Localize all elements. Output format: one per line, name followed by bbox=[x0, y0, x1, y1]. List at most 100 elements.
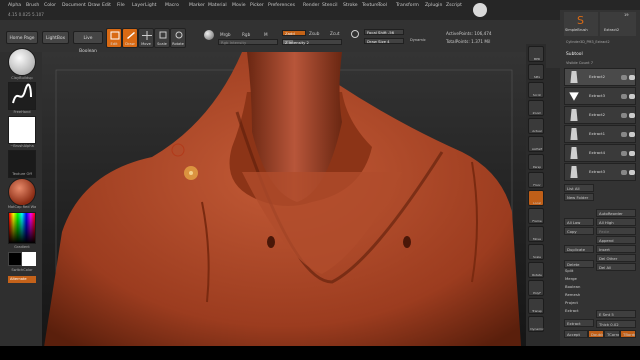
shelf-floor-button[interactable]: Floor bbox=[528, 172, 544, 188]
visibility-eye-icon[interactable] bbox=[629, 113, 635, 118]
subtool-row[interactable]: Extract3 bbox=[564, 87, 636, 105]
shelf-scale-button[interactable]: Scale bbox=[528, 244, 544, 260]
visibility-eye-icon[interactable] bbox=[629, 170, 635, 175]
subtool-row[interactable]: Extract4 bbox=[564, 144, 636, 162]
shelf-frame-button[interactable]: Frame bbox=[528, 208, 544, 224]
subtool-title[interactable]: Subtool bbox=[566, 52, 583, 57]
del-all-button[interactable]: Del All bbox=[596, 263, 636, 271]
auto-reorder-button[interactable]: AutoReorder bbox=[596, 209, 636, 217]
rotate-button[interactable]: Rotate bbox=[170, 28, 186, 48]
rgb-intensity-slider[interactable]: Rgb Intensity bbox=[218, 39, 278, 45]
menu-material[interactable]: Material bbox=[208, 3, 227, 8]
shelf-bpr-button[interactable]: BPR bbox=[528, 46, 544, 62]
visibility-eye-icon[interactable] bbox=[629, 132, 635, 137]
menu-preferences[interactable]: Preferences bbox=[268, 3, 295, 8]
shelf-actual-button[interactable]: Actual bbox=[528, 118, 544, 134]
polypaint-toggle-icon[interactable] bbox=[621, 170, 627, 175]
shelf-zoom-button[interactable]: Zoom bbox=[528, 100, 544, 116]
new-folder-button[interactable]: New Folder bbox=[564, 193, 594, 201]
shelf-aahalf-button[interactable]: AAHalf bbox=[528, 136, 544, 152]
alpha-thumbnail[interactable] bbox=[8, 116, 36, 144]
alternate-button[interactable]: Alternate bbox=[8, 276, 36, 283]
tcorner-button[interactable]: TCorne bbox=[604, 330, 620, 338]
polypaint-toggle-icon[interactable] bbox=[621, 75, 627, 80]
stroke-thumbnail[interactable] bbox=[8, 82, 36, 110]
all-high-button[interactable]: All High bbox=[596, 218, 636, 226]
menu-edit[interactable]: Edit bbox=[102, 3, 111, 8]
copy-button[interactable]: Copy bbox=[564, 227, 594, 235]
color-picker[interactable] bbox=[8, 212, 36, 244]
subtool-row[interactable]: Extract1 bbox=[564, 125, 636, 143]
boolean-section[interactable]: Boolean bbox=[565, 284, 580, 289]
menu-marker[interactable]: Marker bbox=[189, 3, 205, 8]
shelf-local-button[interactable]: Local bbox=[528, 190, 544, 206]
secondary-color-swatch[interactable] bbox=[22, 252, 36, 266]
menu-draw[interactable]: Draw bbox=[88, 3, 100, 8]
menu-zscript[interactable]: Zscript bbox=[446, 3, 462, 8]
thick-slider[interactable]: Thick 0.02 bbox=[596, 320, 636, 328]
primary-color-swatch[interactable] bbox=[8, 252, 22, 266]
visibility-eye-icon[interactable] bbox=[629, 151, 635, 156]
edit-button[interactable]: Edit bbox=[106, 28, 122, 48]
polypaint-toggle-icon[interactable] bbox=[621, 151, 627, 156]
shelf-spix-button[interactable]: SPix bbox=[528, 64, 544, 80]
focal-shift-slider[interactable]: Focal Shift -56 bbox=[364, 29, 404, 35]
polypaint-toggle-icon[interactable] bbox=[621, 113, 627, 118]
shelf-polyf-button[interactable]: PolyF bbox=[528, 280, 544, 296]
menu-document[interactable]: Document bbox=[62, 3, 86, 8]
shelf-rotate-button[interactable]: Rotate bbox=[528, 262, 544, 278]
menu-render[interactable]: Render bbox=[303, 3, 319, 8]
sphere-icon[interactable] bbox=[204, 30, 214, 40]
shelf-scroll-button[interactable]: Scroll bbox=[528, 82, 544, 98]
z-intensity-slider[interactable]: Z Intensity 2 bbox=[282, 39, 342, 45]
extract-tool-thumbnail[interactable]: 19 Extract2 bbox=[600, 12, 636, 36]
menu-layer[interactable]: Layer bbox=[132, 3, 145, 8]
remesh-section[interactable]: Remesh bbox=[565, 292, 580, 297]
scale-button[interactable]: Scale bbox=[154, 28, 170, 48]
menu-alpha[interactable]: Alpha bbox=[8, 3, 21, 8]
draw-button[interactable]: Draw bbox=[122, 28, 138, 48]
accept-button[interactable]: Accept bbox=[564, 330, 588, 338]
shelf-transp-button[interactable]: Transp bbox=[528, 298, 544, 314]
menu-zplugin[interactable]: Zplugin bbox=[425, 3, 442, 8]
lightbox-button[interactable]: LightBox bbox=[42, 31, 69, 44]
material-thumbnail[interactable] bbox=[8, 178, 36, 206]
draw-size-slider[interactable]: Draw Size 4 bbox=[364, 38, 404, 44]
subtool-row[interactable]: Extract2 bbox=[564, 68, 636, 86]
live-boolean-button[interactable]: Live Boolean bbox=[73, 31, 103, 54]
polypaint-toggle-icon[interactable] bbox=[621, 94, 627, 99]
shelf-persp-button[interactable]: Persp bbox=[528, 154, 544, 170]
double-button[interactable]: Double bbox=[588, 330, 604, 338]
delete-button[interactable]: Delete bbox=[564, 260, 594, 268]
merge-section[interactable]: Merge bbox=[565, 276, 577, 281]
switch-color-button[interactable]: SwitchColor bbox=[2, 268, 42, 272]
menu-color[interactable]: Color bbox=[44, 3, 56, 8]
zadd-button[interactable]: Zadd bbox=[282, 30, 306, 36]
tool-thumbnail[interactable]: S SimpleBrush bbox=[564, 12, 598, 36]
brush-thumbnail[interactable] bbox=[8, 48, 36, 76]
visibility-eye-icon[interactable] bbox=[629, 94, 635, 99]
duplicate-button[interactable]: Duplicate bbox=[564, 245, 594, 253]
all-low-button[interactable]: All Low bbox=[564, 218, 594, 226]
dynamic-button[interactable]: Dynamic bbox=[410, 38, 426, 42]
extract-section[interactable]: Extract bbox=[565, 308, 579, 313]
menu-texture[interactable]: Texture bbox=[362, 3, 379, 8]
rgb-button[interactable]: Rgb bbox=[242, 32, 250, 37]
menu-picker[interactable]: Picker bbox=[250, 3, 264, 8]
visibility-eye-icon[interactable] bbox=[629, 75, 635, 80]
home-page-button[interactable]: Home Page bbox=[6, 31, 38, 44]
subtool-row[interactable]: Extract3 bbox=[564, 163, 636, 181]
visible-count-slider[interactable]: Visible Count 7 bbox=[566, 61, 593, 65]
subtool-row[interactable]: Extract2 bbox=[564, 106, 636, 124]
zcut-button[interactable]: Zcut bbox=[330, 31, 339, 36]
m-button[interactable]: M bbox=[264, 32, 268, 37]
extract-action-button[interactable]: Extract bbox=[564, 319, 594, 327]
insert-button[interactable]: Insert bbox=[596, 245, 636, 253]
menu-macro[interactable]: Macro bbox=[165, 3, 179, 8]
append-button[interactable]: Append bbox=[596, 236, 636, 244]
menu-brush[interactable]: Brush bbox=[26, 3, 39, 8]
tborder-button[interactable]: TBorde bbox=[620, 330, 636, 338]
move-button[interactable]: Move bbox=[138, 28, 154, 48]
split-section[interactable]: Split bbox=[565, 268, 573, 273]
menu-movie[interactable]: Movie bbox=[232, 3, 246, 8]
